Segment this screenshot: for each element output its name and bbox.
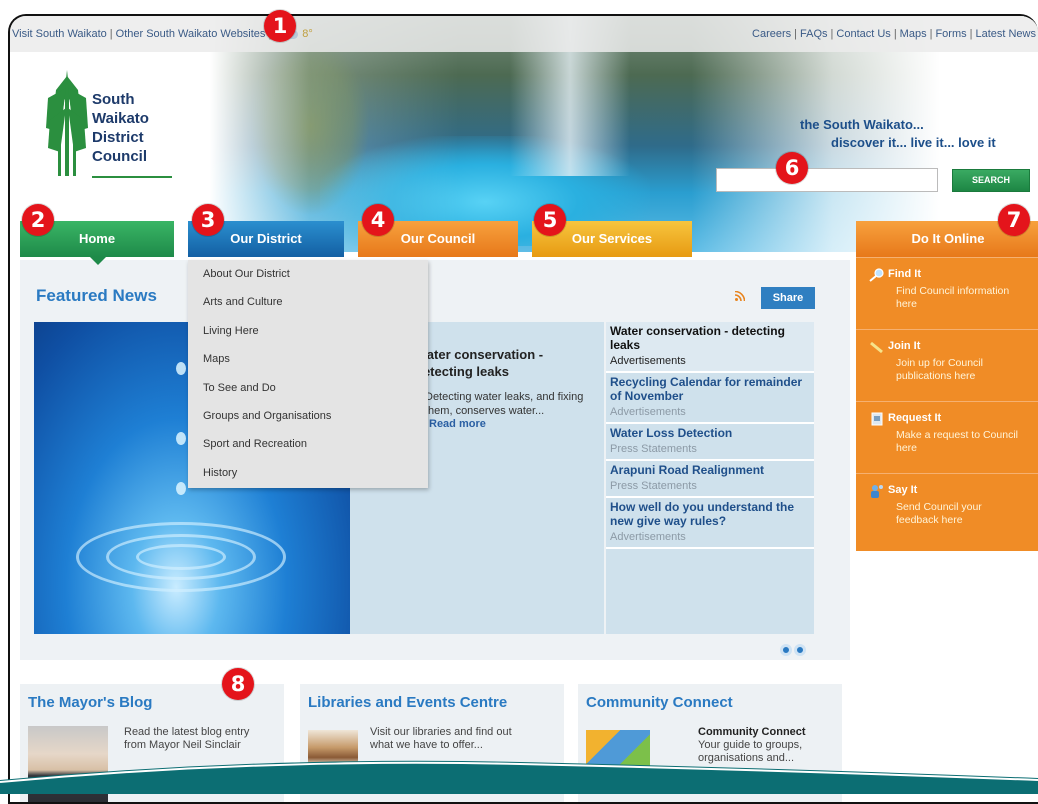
logo-text-line-3: District	[92, 129, 144, 146]
callout-badge-1: 1	[264, 10, 296, 42]
nav-tab-home-label: Home	[78, 231, 116, 246]
community-connect-title[interactable]: Community Connect	[586, 694, 733, 711]
carousel-pager	[780, 643, 808, 661]
magnifier-icon	[869, 268, 884, 282]
online-item-join-it[interactable]: Join It Join up for Council publications…	[856, 329, 1038, 401]
news-item-title: How well do you understand the new give …	[610, 500, 795, 528]
news-item-title: Arapuni Road Realignment	[610, 463, 765, 477]
mayors-blog-title[interactable]: The Mayor's Blog	[28, 694, 152, 711]
menu-item-arts-and-culture[interactable]: Arts and Culture	[188, 288, 428, 316]
tagline-line-1: the South Waikato...	[800, 117, 924, 132]
news-item[interactable]: Water conservation - detecting leaks Adv…	[606, 322, 814, 373]
request-form-icon	[871, 412, 883, 426]
maps-link[interactable]: Maps	[900, 28, 927, 40]
menu-item-history[interactable]: History	[188, 459, 428, 487]
search-input[interactable]	[716, 168, 938, 192]
do-it-online-panel: Do It Online Find It Find Council inform…	[856, 221, 1038, 551]
other-websites-link[interactable]: Other South Waikato Websites	[116, 28, 266, 40]
online-item-desc: Find Council information here	[896, 285, 1010, 310]
mayors-blog-text: Read the latest blog entry from Mayor Ne…	[124, 726, 250, 751]
news-item-title: Recycling Calendar for remainder of Nove…	[610, 375, 803, 403]
forms-link[interactable]: Forms	[935, 28, 966, 40]
temperature-readout: 8°	[302, 28, 313, 40]
tagline: the South Waikato... discover it... live…	[800, 116, 1038, 152]
utility-bar: Visit South Waikato | Other South Waikato …	[10, 16, 1038, 52]
menu-item-to-see-and-do[interactable]: To See and Do	[188, 374, 428, 402]
callout-badge-5: 5	[534, 204, 566, 236]
menu-item-living-here[interactable]: Living Here	[188, 317, 428, 345]
latest-news-link[interactable]: Latest News	[975, 28, 1036, 40]
carousel-prev-dot[interactable]	[780, 644, 792, 656]
news-list: Water conservation - detecting leaks Adv…	[606, 322, 814, 634]
online-item-say-it[interactable]: Say It Send Council your feedback here	[856, 473, 1038, 545]
pencil-icon	[870, 341, 883, 354]
news-item[interactable]: How well do you understand the new give …	[606, 498, 814, 549]
fern-tree-logo-icon	[46, 70, 88, 176]
news-item[interactable]: Water Loss Detection Press Statements	[606, 424, 814, 461]
visit-south-waikato-link[interactable]: Visit South Waikato	[12, 28, 107, 40]
online-item-title: Say It	[888, 484, 918, 496]
news-item-category: Advertisements	[610, 406, 686, 418]
screenshot-frame: Visit South Waikato | Other South Waikato …	[8, 14, 1038, 804]
menu-item-sport-and-recreation[interactable]: Sport and Recreation	[188, 430, 428, 458]
callout-badge-8: 8	[222, 668, 254, 700]
nav-tab-our-services-label: Our Services	[571, 231, 653, 246]
news-item-category: Press Statements	[610, 480, 697, 492]
logo-text-line-4: Council	[92, 148, 147, 165]
online-item-find-it[interactable]: Find It Find Council information here	[856, 257, 1038, 329]
tagline-line-2: discover it... live it... love it	[831, 135, 996, 150]
featured-read-more-link[interactable]: Read more	[429, 418, 486, 430]
callout-badge-6: 6	[776, 152, 808, 184]
logo-text-line-1: South	[92, 91, 135, 108]
news-item[interactable]: Recycling Calendar for remainder of Nove…	[606, 373, 814, 424]
our-district-dropdown-menu: About Our District Arts and Culture Livi…	[188, 260, 428, 488]
online-item-title: Request It	[888, 412, 942, 424]
callout-badge-3: 3	[192, 204, 224, 236]
online-item-desc: Make a request to Council here	[896, 429, 1018, 454]
callout-badge-7: 7	[998, 204, 1030, 236]
news-item-category: Advertisements	[610, 355, 686, 367]
menu-item-maps[interactable]: Maps	[188, 345, 428, 373]
online-item-desc: Join up for Council publications here	[896, 357, 983, 382]
news-item-title: Water Loss Detection	[610, 426, 733, 440]
faqs-link[interactable]: FAQs	[800, 28, 828, 40]
people-feedback-icon	[871, 485, 883, 498]
news-item[interactable]: Arapuni Road Realignment Press Statement…	[606, 461, 814, 498]
decorative-wave-shape	[0, 760, 1038, 794]
nav-tab-our-council-label: Our Council	[400, 231, 476, 246]
libraries-title[interactable]: Libraries and Events Centre	[308, 694, 507, 711]
news-item-category: Advertisements	[610, 531, 686, 543]
rss-icon[interactable]	[735, 291, 745, 301]
news-item-category: Press Statements	[610, 443, 697, 455]
online-item-request-it[interactable]: Request It Make a request to Council her…	[856, 401, 1038, 473]
featured-summary: Detecting water leaks, and fixing them, …	[425, 391, 584, 417]
logo-text-line-2: Waikato	[92, 110, 149, 127]
libraries-text: Visit our libraries and find out what we…	[370, 726, 512, 751]
nav-tab-our-district-label: Our District	[230, 231, 302, 246]
online-item-title: Find It	[888, 268, 921, 280]
menu-item-about-our-district[interactable]: About Our District	[188, 260, 428, 288]
callout-badge-2: 2	[22, 204, 54, 236]
callout-badge-4: 4	[362, 204, 394, 236]
featured-news-title: Featured News	[36, 286, 157, 305]
news-item-title: Water conservation - detecting leaks	[610, 324, 785, 352]
share-button[interactable]: Share	[761, 287, 815, 309]
careers-link[interactable]: Careers	[752, 28, 791, 40]
online-item-desc: Send Council your feedback here	[896, 501, 982, 526]
featured-headline[interactable]: Water conservation - detecting leaks	[415, 346, 595, 380]
online-item-title: Join It	[888, 340, 921, 352]
search-button[interactable]: SEARCH	[952, 169, 1030, 192]
community-connect-subtitle: Community Connect	[698, 726, 806, 738]
carousel-next-dot[interactable]	[794, 644, 806, 656]
council-logo[interactable]: South Waikato District Council	[44, 68, 194, 188]
menu-item-groups-and-organisations[interactable]: Groups and Organisations	[188, 402, 428, 430]
contact-us-link[interactable]: Contact Us	[836, 28, 890, 40]
